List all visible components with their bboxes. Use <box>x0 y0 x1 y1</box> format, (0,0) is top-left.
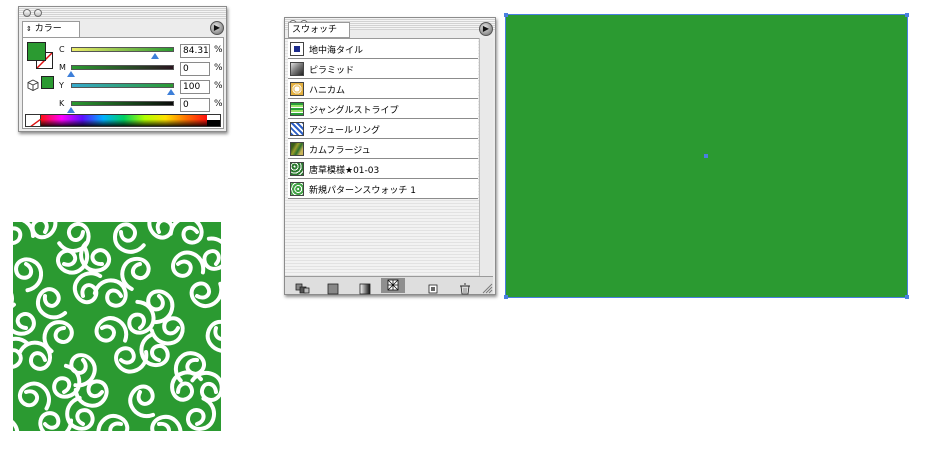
channel-unit-m: % <box>214 63 223 73</box>
gamut-color-swatch[interactable] <box>41 76 54 89</box>
karakusa-swatch-icon <box>290 162 304 176</box>
new-pattern-swatch-icon <box>290 182 304 196</box>
tab-options-icon: ⇕ <box>26 25 32 33</box>
swatch-toolbar <box>285 276 493 295</box>
swatch-item-label: ハニカム <box>309 86 346 96</box>
channel-value-k[interactable]: 0 <box>180 98 210 112</box>
pyramid-swatch-icon <box>290 62 304 76</box>
new-swatch-button[interactable] <box>425 280 441 294</box>
swatch-item[interactable]: アジュールリング <box>288 119 478 139</box>
tile-swatch-icon <box>290 42 304 56</box>
swatch-item-label: ジャングルストライプ <box>309 106 399 116</box>
channel-unit-y: % <box>214 81 223 91</box>
swatch-item[interactable]: カムフラージュ <box>288 139 478 159</box>
delete-swatch-button[interactable] <box>457 280 473 295</box>
slider-thumb-c[interactable] <box>151 53 160 59</box>
swatch-item[interactable]: 唐草模様★01-03 <box>288 159 478 179</box>
swatch-item-label: 唐草模様★01-03 <box>309 166 380 176</box>
selection-center-point[interactable] <box>704 154 708 158</box>
spectrum-ramp[interactable] <box>41 115 207 126</box>
swatch-palette-menu-button[interactable]: ▶ <box>479 22 493 36</box>
swatch-item-label: カムフラージュ <box>309 146 371 156</box>
slider-thumb-m[interactable] <box>67 71 75 77</box>
tab-color-label: カラー <box>34 24 62 34</box>
slider-track-m[interactable] <box>71 65 174 70</box>
karakusa-pattern-preview <box>13 222 221 431</box>
swatch-item[interactable]: 新規パターンスウォッチ 1 <box>288 179 478 199</box>
color-palette-titlebar[interactable] <box>19 7 226 19</box>
color-palette-body: C 84.31% M 0% Y 100% K 0% <box>22 37 224 129</box>
color-palette-menu-button[interactable]: ▶ <box>210 21 224 35</box>
swatch-list-area: 地中海タイル ピラミッドハニカムジャングルストライプ アジュールリング カムフラージュ… <box>285 38 479 276</box>
resize-grip-icon[interactable] <box>481 282 493 294</box>
swatch-item-label: アジュールリング <box>309 126 381 136</box>
show-gradient-swatches-button[interactable] <box>357 280 373 295</box>
slider-track-k[interactable] <box>71 101 174 106</box>
slider-track-y[interactable] <box>71 83 174 88</box>
slider-track-c[interactable] <box>71 47 174 52</box>
selection-anchor-bottom-left[interactable] <box>504 295 508 299</box>
fill-swatch-front[interactable] <box>27 42 46 61</box>
swatch-item-label: 地中海タイル <box>309 46 364 56</box>
new-swatch-icon <box>428 284 438 294</box>
collapse-window-button[interactable] <box>34 9 42 17</box>
none-color-icon <box>30 118 42 126</box>
swatch-item[interactable]: ピラミッド <box>288 59 478 79</box>
channel-label-c: C <box>59 45 65 54</box>
tab-swatches-label: スウォッチ <box>292 25 338 35</box>
tab-swatches[interactable]: スウォッチ <box>288 22 350 38</box>
show-gradient-swatches-icon <box>359 283 371 295</box>
channel-unit-k: % <box>214 99 223 109</box>
trash-icon <box>460 283 470 295</box>
show-all-swatches-icon <box>295 283 310 294</box>
close-window-button[interactable] <box>23 9 31 17</box>
show-all-swatches-button[interactable] <box>295 280 311 294</box>
selection-anchor-top-left[interactable] <box>504 13 508 17</box>
slider-thumb-k[interactable] <box>67 107 75 113</box>
none-color-box[interactable] <box>26 115 42 126</box>
ring-swatch-icon <box>290 122 304 136</box>
show-color-swatches-button[interactable] <box>325 280 341 295</box>
swatch-scrollbar[interactable] <box>479 38 493 276</box>
stripe-swatch-icon <box>290 102 304 116</box>
swatch-palette: スウォッチ ▶ 地中海タイル ピラミッドハニカムジャングルストライプ アジュールリン… <box>284 17 496 295</box>
play-right-icon: ▶ <box>213 23 221 32</box>
selection-anchor-top-right[interactable] <box>905 13 909 17</box>
slider-thumb-y[interactable] <box>167 89 175 95</box>
channel-value-y[interactable]: 100 <box>180 80 210 94</box>
play-right-icon: ▶ <box>482 24 490 33</box>
swatch-item[interactable]: 地中海タイル <box>288 39 478 59</box>
swatch-item-label: ピラミッド <box>309 66 355 76</box>
selection-anchor-bottom-right[interactable] <box>905 295 909 299</box>
channel-value-m[interactable]: 0 <box>180 62 210 76</box>
honeycomb-swatch-icon <box>290 82 304 96</box>
channel-unit-c: % <box>214 45 223 55</box>
karakusa-pattern-image <box>13 222 221 431</box>
white-black-box[interactable] <box>207 115 220 126</box>
swatch-item[interactable]: ハニカム <box>288 79 478 99</box>
tab-color[interactable]: ⇕ カラー <box>22 21 80 37</box>
swatch-item-label: 新規パターンスウォッチ 1 <box>309 186 416 196</box>
channel-value-c[interactable]: 84.31 <box>180 44 210 58</box>
show-pattern-swatches-icon <box>387 279 399 291</box>
cube-icon[interactable] <box>27 79 39 91</box>
channel-label-y: Y <box>59 81 64 90</box>
color-spectrum-bar[interactable] <box>25 114 221 127</box>
color-palette: ⇕ カラー ▶ C 84.31% M 0% Y 100% K 0% <box>18 6 227 132</box>
show-color-swatches-icon <box>327 283 339 295</box>
swatch-item[interactable]: ジャングルストライプ <box>288 99 478 119</box>
camouflage-swatch-icon <box>290 142 304 156</box>
show-pattern-swatches-button[interactable] <box>381 278 405 293</box>
